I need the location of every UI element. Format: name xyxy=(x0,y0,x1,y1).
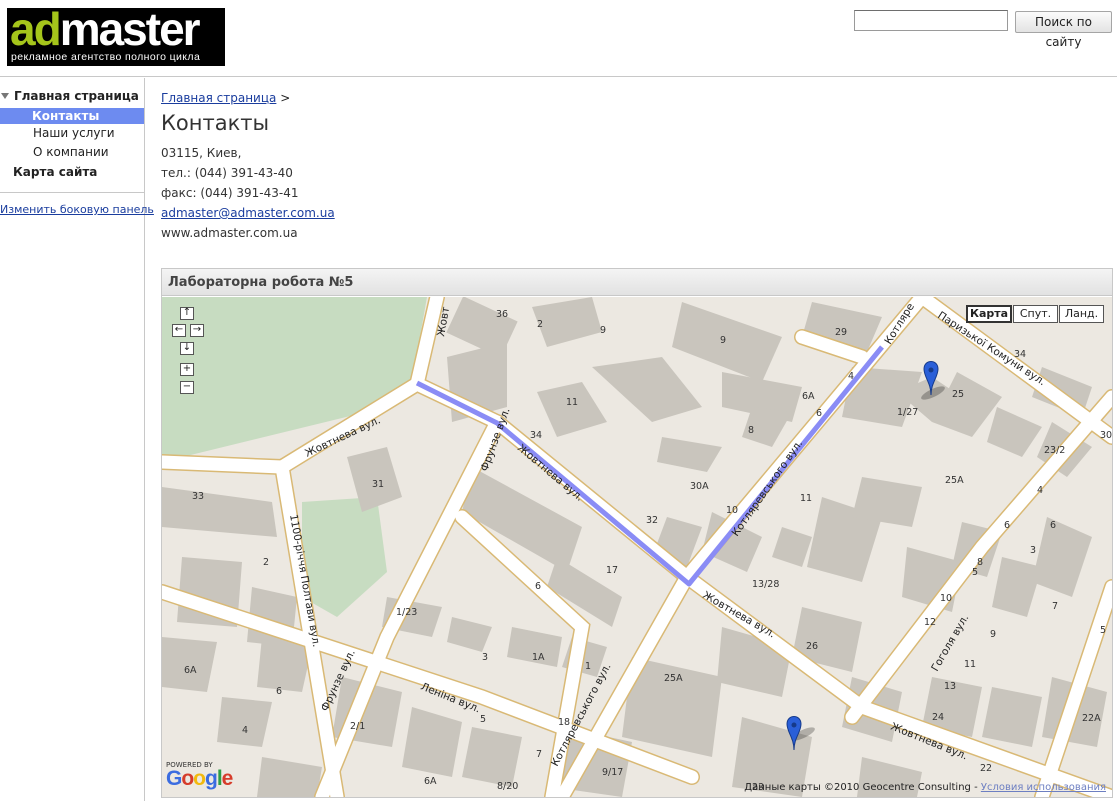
sidebar-divider xyxy=(0,192,144,193)
logo-word: admaster xyxy=(10,3,201,55)
website-text: www.admaster.com.ua xyxy=(161,226,298,240)
map-gadget: Лабораторна робота №5 Жовтнева вул. Жовт… xyxy=(161,268,1113,798)
email-link[interactable]: admaster@admaster.com.ua xyxy=(161,206,335,220)
zoom-out-icon[interactable]: − xyxy=(180,381,194,394)
sidebar-item-contacts[interactable]: Контакты xyxy=(0,108,144,124)
fax-text: факс: (044) 391-43-41 xyxy=(161,186,299,200)
breadcrumb-home-link[interactable]: Главная страница xyxy=(161,91,276,105)
address-text: 03115, Киев, xyxy=(161,146,242,160)
maptype-satellite-button[interactable]: Спут. xyxy=(1013,305,1058,323)
sidebar-item-home[interactable]: Главная страница xyxy=(0,89,139,103)
pan-up-icon[interactable]: ↑ xyxy=(180,307,194,320)
phone-text: тел.: (044) 391-43-40 xyxy=(161,166,293,180)
google-logo[interactable]: Google xyxy=(166,767,233,791)
zoom-in-icon[interactable]: + xyxy=(180,363,194,376)
admaster-logo[interactable]: admaster рекламное агентство полного цик… xyxy=(7,3,225,66)
map-copyright: Данные карты ©2010 Geocentre Consulting … xyxy=(744,782,1106,793)
sidebar-item-sitemap[interactable]: Карта сайта xyxy=(13,165,97,179)
search-button[interactable]: Поиск по сайту xyxy=(1015,11,1112,49)
site-header: admaster рекламное агентство полного цик… xyxy=(0,0,1117,77)
page-title: Контакты xyxy=(161,111,270,135)
maptype-terrain-button[interactable]: Ланд. xyxy=(1059,305,1104,323)
terms-link[interactable]: Условия использования xyxy=(981,782,1106,793)
map-drawing[interactable] xyxy=(162,297,1112,797)
pan-right-icon[interactable]: → xyxy=(190,324,204,337)
sidebar-item-about[interactable]: О компании xyxy=(33,145,109,159)
breadcrumb: Главная страница > xyxy=(161,91,290,105)
sidebar-item-services[interactable]: Наши услуги xyxy=(33,126,115,140)
breadcrumb-separator: > xyxy=(280,91,291,105)
map-canvas[interactable]: Жовтнева вул. Жовтнева вул. Жовтнева вул… xyxy=(162,297,1112,797)
triangle-down-icon xyxy=(1,93,9,99)
sidebar: Главная страница Контакты Наши услуги О … xyxy=(0,78,154,801)
pan-down-icon[interactable]: ↓ xyxy=(180,342,194,355)
logo-tagline: рекламное агентство полного цикла xyxy=(11,51,201,63)
gadget-title: Лабораторна робота №5 xyxy=(162,269,1112,296)
pan-left-icon[interactable]: ← xyxy=(172,324,186,337)
search-input[interactable] xyxy=(854,10,1008,31)
maptype-map-button[interactable]: Карта xyxy=(966,305,1012,323)
edit-sidebar-link[interactable]: Изменить боковую панель xyxy=(0,203,154,216)
